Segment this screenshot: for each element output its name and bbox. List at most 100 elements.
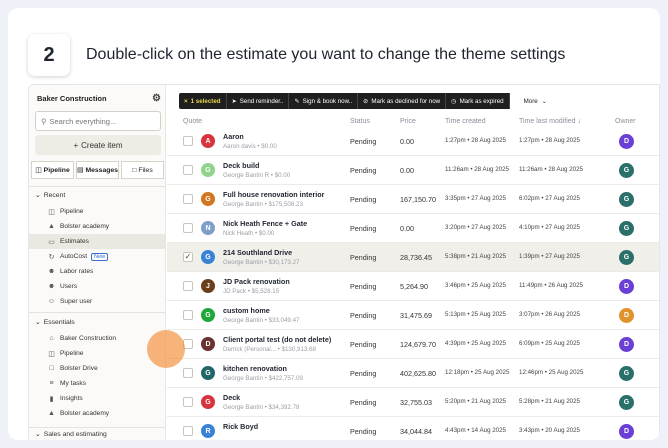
clock-icon: ◷ bbox=[451, 97, 457, 105]
sidebar-item-insights[interactable]: ▮ Insights bbox=[29, 391, 165, 406]
quote-client: George Bantin • $33,049.47 bbox=[223, 317, 300, 324]
owner-avatar[interactable]: G bbox=[619, 366, 634, 381]
owner-avatar[interactable]: D bbox=[619, 424, 634, 439]
quote-name[interactable]: Deck bbox=[223, 393, 240, 402]
quote-name[interactable]: Nick Heath Fence + Gate bbox=[223, 219, 307, 228]
client-avatar: G bbox=[201, 308, 215, 322]
owner-avatar[interactable]: D bbox=[619, 134, 634, 149]
owner-avatar[interactable]: G bbox=[619, 395, 634, 410]
more-dropdown[interactable]: More ⌄ bbox=[509, 93, 557, 109]
table-row[interactable]: R Rick Boyd Pending 34,044.84 4:43pm • 14 Au… bbox=[167, 417, 659, 440]
price-value: 28,736.45 bbox=[400, 253, 432, 262]
column-owner[interactable]: Owner bbox=[615, 118, 636, 125]
table-row[interactable]: N Nick Heath Fence + Gate Nick Heath • $0.… bbox=[167, 214, 659, 243]
sidebar-item-my-tasks[interactable]: ≡ My tasks bbox=[29, 376, 165, 391]
time-modified: 1:27pm • 28 Aug 2025 bbox=[519, 137, 580, 144]
column-price[interactable]: Price bbox=[400, 118, 416, 125]
column-time-created[interactable]: Time created bbox=[445, 118, 486, 125]
mark-expired-button[interactable]: ◷ Mark as expired bbox=[446, 93, 510, 109]
row-checkbox[interactable] bbox=[183, 368, 193, 378]
time-modified: 11:49pm • 26 Aug 2025 bbox=[519, 282, 583, 289]
time-created: 5:20pm • 21 Aug 2025 bbox=[445, 398, 506, 405]
sidebar-item-bolster-academy[interactable]: ▲ Bolster academy bbox=[29, 406, 165, 421]
users-icon: ☻ bbox=[47, 283, 56, 290]
quote-name[interactable]: kitchen renovation bbox=[223, 364, 287, 373]
quote-client: George Bantin • $30,173.27 bbox=[223, 259, 300, 266]
sidebar-item-label: Pipeline bbox=[60, 208, 84, 215]
owner-avatar[interactable]: D bbox=[619, 337, 634, 352]
search-input[interactable] bbox=[49, 116, 155, 126]
essentials-heading[interactable]: ⌄ Essentials bbox=[35, 318, 75, 327]
create-item-button[interactable]: + Create item bbox=[35, 135, 161, 155]
column-quote[interactable]: Quote bbox=[183, 118, 202, 125]
sales-heading[interactable]: ⌄ Sales and estimating bbox=[35, 430, 107, 439]
row-checkbox[interactable]: ✓ bbox=[183, 252, 193, 262]
table-row[interactable]: J JD Pack renovation JD Pack • $5,528.15 Pe… bbox=[167, 272, 659, 301]
recent-heading[interactable]: ⌄ Recent bbox=[35, 191, 65, 200]
quote-name[interactable]: Rick Boyd bbox=[223, 422, 258, 431]
quote-name[interactable]: Deck build bbox=[223, 161, 259, 170]
table-row[interactable]: G Deck build George Bantin R • $0.00 Pendin… bbox=[167, 156, 659, 185]
quote-name[interactable]: JD Pack renovation bbox=[223, 277, 290, 286]
sidebar-item-estimates[interactable]: ▭ Estimates bbox=[29, 234, 165, 249]
owner-avatar[interactable]: G bbox=[619, 192, 634, 207]
row-checkbox[interactable] bbox=[183, 281, 193, 291]
row-checkbox[interactable] bbox=[183, 165, 193, 175]
time-modified: 6:02pm • 27 Aug 2025 bbox=[519, 195, 580, 202]
table-row[interactable]: ✓ G 214 Southland Drive George Bantin • $30… bbox=[167, 243, 659, 272]
sidebar-item-bolster-drive[interactable]: □ Bolster Drive bbox=[29, 361, 165, 376]
quote-name[interactable]: Client portal test (do not delete) bbox=[223, 335, 331, 344]
mark-declined-button[interactable]: ⊘ Mark as declined for now bbox=[358, 93, 447, 109]
graduation-cap-icon: ▲ bbox=[48, 223, 55, 230]
quote-client: Aaron davis • $0.00 bbox=[223, 143, 277, 150]
close-icon[interactable]: × bbox=[184, 98, 188, 105]
sidebar-item-super-user[interactable]: ☺ Super user bbox=[29, 294, 165, 309]
owner-avatar[interactable]: G bbox=[619, 221, 634, 236]
row-checkbox[interactable] bbox=[183, 397, 193, 407]
sidebar-item-pipeline[interactable]: ◫ Pipeline bbox=[29, 346, 165, 361]
quote-name[interactable]: Aaron bbox=[223, 132, 244, 141]
search-box[interactable]: ⚲ bbox=[35, 111, 161, 131]
table-row[interactable]: G Deck George Bantin • $34,392.78 Pending 32… bbox=[167, 388, 659, 417]
row-checkbox[interactable] bbox=[183, 223, 193, 233]
mark-declined-label: Mark as declined for now bbox=[371, 97, 441, 105]
sidebar-item-company-home[interactable]: ⌂ Baker Construction bbox=[29, 331, 165, 346]
owner-avatar[interactable]: G bbox=[619, 163, 634, 178]
quick-link-messages[interactable]: ▤ Messages bbox=[76, 161, 119, 179]
sidebar-item-autocost[interactable]: ↻ AutoCost New bbox=[29, 249, 165, 264]
gear-icon[interactable]: ⚙ bbox=[152, 93, 161, 104]
row-checkbox[interactable] bbox=[183, 310, 193, 320]
table-row[interactable]: G Full house renovation interior George Ba… bbox=[167, 185, 659, 214]
row-checkbox[interactable] bbox=[183, 339, 193, 349]
sidebar-item-bolster-academy[interactable]: ▲ Bolster academy bbox=[29, 219, 165, 234]
row-checkbox[interactable] bbox=[183, 194, 193, 204]
quote-name[interactable]: 214 Southland Drive bbox=[223, 248, 292, 257]
table-row[interactable]: A Aaron Aaron davis • $0.00 Pending 0.00 1:27… bbox=[167, 127, 659, 156]
send-reminder-button[interactable]: ➤ Send reminder.. bbox=[227, 93, 290, 109]
quick-link-pipeline[interactable]: ◫ Pipeline bbox=[31, 161, 74, 179]
sidebar-item-pipeline[interactable]: ◫ Pipeline bbox=[29, 204, 165, 219]
company-switcher[interactable]: Baker Construction ⚙ bbox=[37, 93, 161, 104]
quote-name[interactable]: custom home bbox=[223, 306, 270, 315]
table-row[interactable]: Gkitchen renovation George Bantin • $422,… bbox=[167, 359, 659, 388]
column-time-modified[interactable]: Time last modified ↓ bbox=[519, 118, 581, 125]
document-icon: ▭ bbox=[48, 238, 55, 246]
table-row[interactable]: Gcustom home George Bantin • $33,049.47 Pe… bbox=[167, 301, 659, 330]
owner-avatar[interactable]: D bbox=[619, 279, 634, 294]
quote-name[interactable]: Full house renovation interior bbox=[223, 190, 324, 199]
status-text: Pending bbox=[350, 224, 377, 233]
table-row[interactable]: D Client portal test (do not delete) Derri… bbox=[167, 330, 659, 359]
column-status[interactable]: Status bbox=[350, 118, 370, 125]
row-checkbox[interactable] bbox=[183, 426, 193, 436]
owner-avatar[interactable]: D bbox=[619, 308, 634, 323]
price-value: 0.00 bbox=[400, 166, 414, 175]
sign-book-button[interactable]: ✎ Sign & book now.. bbox=[289, 93, 359, 109]
quick-link-files[interactable]: □ Files bbox=[121, 161, 164, 179]
owner-avatar[interactable]: G bbox=[619, 250, 634, 265]
time-modified: 3:07pm • 26 Aug 2025 bbox=[519, 311, 580, 318]
sidebar-item-users[interactable]: ☻ Users bbox=[29, 279, 165, 294]
selected-count[interactable]: × 1 selected bbox=[179, 93, 227, 109]
time-modified: 4:10pm • 27 Aug 2025 bbox=[519, 224, 580, 231]
sidebar-item-labor-rates[interactable]: ☻ Labor rates bbox=[29, 264, 165, 279]
row-checkbox[interactable] bbox=[183, 136, 193, 146]
